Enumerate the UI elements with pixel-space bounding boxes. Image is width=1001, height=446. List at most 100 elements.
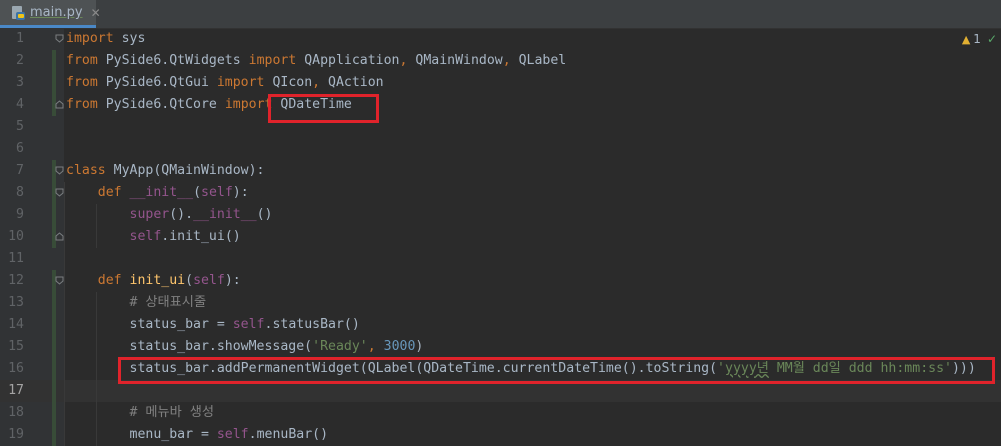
code-text: def __init__(self): [66, 182, 249, 204]
fold-start-icon[interactable] [55, 166, 64, 175]
code-token: ): [224, 273, 241, 288]
code-token: super [129, 207, 170, 222]
vcs-change-marker[interactable] [52, 336, 56, 358]
inspection-widget[interactable]: ▲ 1 ✓ [962, 32, 997, 46]
code-token: menu_bar = [66, 427, 217, 442]
code-token: self [216, 427, 249, 442]
line-number: 2 [16, 53, 24, 68]
code-token: PySide6.QtCore [97, 97, 225, 112]
code-text: status_bar = self.statusBar() [66, 314, 360, 336]
line-number: 14 [8, 317, 24, 332]
code-token: 'Ready' [312, 339, 368, 354]
vcs-change-marker[interactable] [52, 72, 56, 94]
code-line[interactable]: 7 class MyApp(QMainWindow): [0, 160, 1001, 182]
indent-guide [96, 204, 97, 248]
code-line[interactable]: 9 super().__init__() [0, 204, 1001, 226]
code-token: PySide6.QtGui [97, 75, 217, 90]
code-token: , [502, 53, 511, 68]
code-token: QAction [320, 75, 384, 90]
indent-guide [96, 292, 97, 446]
editor-tab-bar: main.py ✕ [0, 0, 1001, 29]
vcs-change-marker[interactable] [52, 314, 56, 336]
code-line[interactable]: 2 from PySide6.QtWidgets import QApplicat… [0, 50, 1001, 72]
code-token: QIcon [264, 75, 313, 90]
code-token: .init_ui() [161, 229, 241, 244]
code-line[interactable]: 12 def init_ui(self): [0, 270, 1001, 292]
indent-guide [64, 182, 65, 446]
line-number: 6 [16, 141, 24, 156]
fold-start-icon[interactable] [55, 34, 64, 43]
code-text: import sys [66, 28, 145, 50]
tab-title: main.py [30, 5, 83, 20]
vcs-change-marker[interactable] [52, 50, 56, 72]
line-number: 4 [16, 97, 24, 112]
code-line[interactable]: 11 [0, 248, 1001, 270]
code-line[interactable]: 1 import sys [0, 28, 1001, 50]
code-text: # 상태표시줄 [66, 292, 207, 314]
vcs-change-marker[interactable] [52, 358, 56, 380]
code-token: self [201, 185, 233, 200]
code-editor[interactable]: 1 import sys 2 from PySide6.QtWidgets impor… [0, 28, 1001, 446]
code-line[interactable]: 19 menu_bar = self.menuBar() [0, 424, 1001, 446]
line-number: 8 [16, 185, 24, 200]
code-token: () [256, 207, 273, 222]
warning-count: 1 [973, 32, 981, 46]
code-token: self [129, 229, 162, 244]
vcs-change-marker[interactable] [52, 380, 56, 402]
tab-main-py[interactable]: main.py ✕ [0, 0, 101, 28]
code-token: QApplication [296, 53, 400, 68]
fold-start-icon[interactable] [55, 276, 64, 285]
code-token: import [66, 31, 114, 46]
code-line[interactable]: 3 from PySide6.QtGui import QIcon, QActio… [0, 72, 1001, 94]
code-token: status_bar = [66, 317, 233, 332]
code-line[interactable]: 8 def __init__(self): [0, 182, 1001, 204]
line-number: 19 [8, 427, 24, 442]
line-number: 9 [16, 207, 24, 222]
fold-start-icon[interactable] [55, 188, 64, 197]
code-token: from [66, 75, 98, 90]
code-text: menu_bar = self.menuBar() [66, 424, 329, 446]
code-token: import [216, 75, 265, 90]
code-line[interactable]: 13 # 상태표시줄 [0, 292, 1001, 314]
vcs-change-marker[interactable] [52, 292, 56, 314]
fold-end-icon[interactable] [55, 100, 64, 109]
code-line[interactable]: 10 self.init_ui() [0, 226, 1001, 248]
code-line[interactable]: 18 # 메뉴바 생성 [0, 402, 1001, 424]
code-token: .statusBar() [264, 317, 360, 332]
highlight-box-add-permanent-widget [118, 357, 995, 384]
python-file-icon [10, 5, 26, 21]
code-line[interactable]: 6 [0, 138, 1001, 160]
code-text: from PySide6.QtWidgets import QApplicati… [66, 50, 566, 72]
vcs-change-marker[interactable] [52, 424, 56, 446]
code-token: init_ui [129, 273, 186, 288]
vcs-change-marker[interactable] [52, 402, 56, 424]
code-token: 3000 [383, 339, 416, 354]
code-text: class MyApp(QMainWindow): [66, 160, 265, 182]
code-line[interactable]: 15 status_bar.showMessage('Ready', 3000) [0, 336, 1001, 358]
code-token: from [66, 97, 98, 112]
close-icon[interactable]: ✕ [91, 6, 101, 20]
code-line[interactable]: 5 [0, 116, 1001, 138]
fold-end-icon[interactable] [55, 232, 64, 241]
line-number: 5 [16, 119, 24, 134]
code-line[interactable]: 4 from PySide6.QtCore import QDateTime [0, 94, 1001, 116]
line-number: 7 [16, 163, 24, 178]
code-line[interactable]: 14 status_bar = self.statusBar() [0, 314, 1001, 336]
code-text: status_bar.showMessage('Ready', 3000) [66, 336, 424, 358]
line-number: 11 [8, 251, 24, 266]
line-number: 18 [8, 405, 24, 420]
code-token: __init__ [193, 207, 257, 222]
code-token: , [367, 339, 376, 354]
code-text: # 메뉴바 생성 [66, 402, 214, 424]
vcs-change-marker[interactable] [52, 204, 56, 226]
line-number: 13 [8, 295, 24, 310]
code-token: def [97, 185, 122, 200]
line-number: 12 [8, 273, 24, 288]
